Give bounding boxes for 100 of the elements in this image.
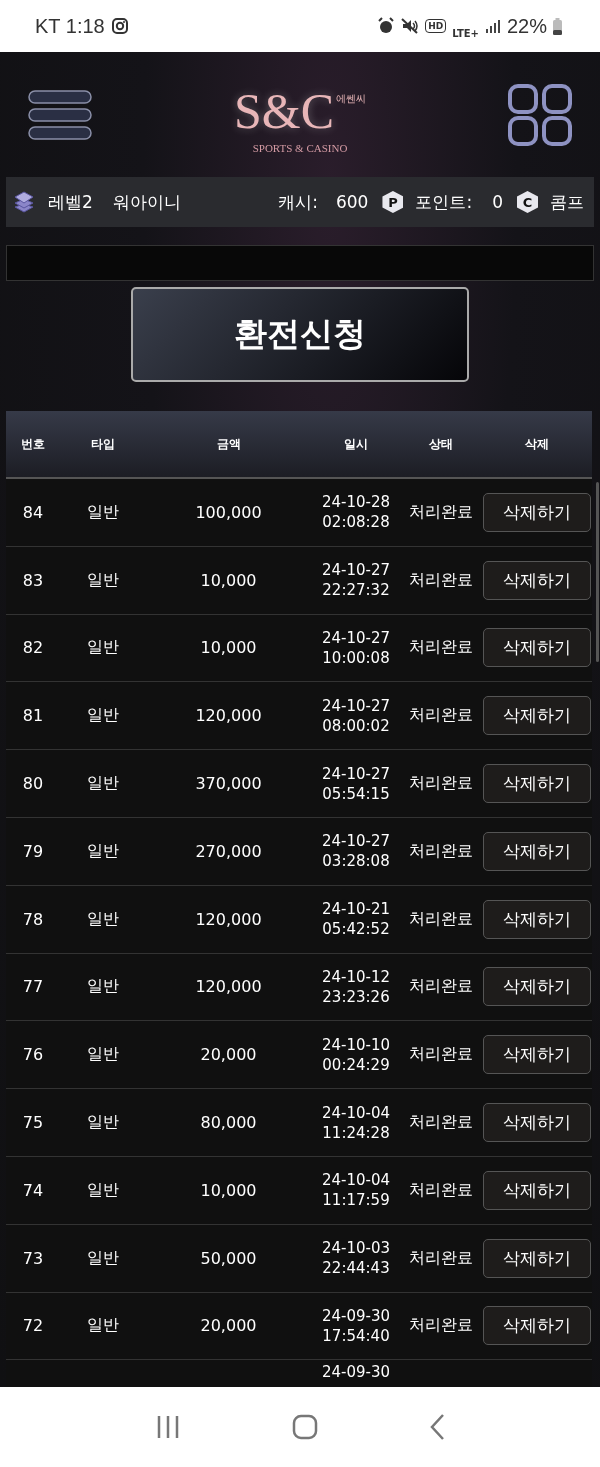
table-cell-text: 처리완료 [408, 1111, 474, 1134]
table-cell-text: 일반 [85, 1178, 120, 1201]
date-text: 24-10-27 [321, 764, 391, 783]
table-cell-text: 일반 [85, 907, 120, 930]
table-cell-text: 처리완료 [408, 839, 474, 862]
table-cell-text: 78 [21, 908, 45, 931]
point-badge: P [382, 191, 404, 213]
grid-menu-icon [508, 83, 572, 146]
time-text: 10:00:08 [322, 649, 390, 667]
delete-button[interactable]: 삭제하기 [483, 628, 591, 668]
date-text: 24-10-27 [321, 832, 391, 851]
table-cell-text: 100,000 [194, 501, 263, 524]
date-text: 24-10-27 [321, 696, 391, 715]
column-header: 일시 [343, 435, 369, 453]
date-text: 24-10-03 [321, 1239, 391, 1258]
delete-button[interactable]: 삭제하기 [483, 492, 591, 532]
table-cell-text: 일반 [85, 1246, 120, 1269]
delete-button[interactable]: 삭제하기 [483, 1306, 591, 1346]
table-cell-text: 81 [21, 705, 45, 728]
table-cell-text: 75 [21, 1112, 45, 1135]
time-text: 05:54:15 [322, 784, 390, 803]
table-cell-text: 처리완료 [408, 1178, 474, 1201]
table-cell-text: 일반 [85, 839, 120, 862]
table-cell-text: 일반 [85, 500, 120, 523]
table-cell-text: 일반 [85, 975, 120, 998]
table-cell-text: 처리완료 [408, 975, 474, 998]
delete-button[interactable]: 삭제하기 [483, 1035, 591, 1075]
time-text: 11:17:59 [322, 1191, 390, 1210]
delete-button[interactable]: 삭제하기 [483, 1238, 591, 1278]
cash-label: 캐시: [278, 190, 318, 214]
delete-button[interactable]: 삭제하기 [483, 967, 591, 1007]
table-cell-text: 20,000 [199, 1315, 258, 1338]
logo-monogram: S&C [233, 85, 335, 136]
table-cell-text: 일반 [85, 1043, 120, 1066]
home-icon [292, 1414, 318, 1440]
table-cell-text: 일반 [85, 1314, 120, 1337]
delete-button[interactable]: 삭제하기 [483, 560, 591, 600]
column-header: 삭제 [524, 435, 550, 453]
alarm-icon [377, 17, 396, 35]
time-text: 17:54:40 [322, 1326, 390, 1345]
delete-button[interactable]: 삭제하기 [483, 696, 591, 736]
table-cell-text: 74 [21, 1179, 45, 1202]
table-cell-text: 처리완료 [408, 704, 474, 727]
time-text: 22:44:43 [322, 1259, 390, 1278]
logo-korean-text: 에쎈씨 [336, 91, 367, 106]
cash-amount: 600 [336, 192, 369, 212]
column-header: 타입 [89, 435, 116, 453]
logo-tagline: SPORTS & CASINO [252, 141, 348, 154]
point-amount: 0 [492, 192, 503, 212]
date-text: 24-10-04 [321, 1171, 391, 1190]
table-cell-text: 처리완료 [408, 1043, 474, 1066]
time-text: 08:00:02 [322, 716, 390, 735]
comp-link[interactable]: 콤프 [550, 190, 584, 214]
table-cell-text: 120,000 [194, 705, 263, 728]
table-cell-text: 일반 [85, 772, 120, 795]
delete-button[interactable]: 삭제하기 [483, 1170, 591, 1210]
table-cell-text: 일반 [85, 704, 120, 727]
date-text: 24-10-27 [321, 629, 391, 647]
table-cell-text: 처리완료 [408, 1246, 474, 1269]
exchange-request-button[interactable]: 환전신청 [131, 287, 469, 382]
point-label: 포인트: [415, 190, 473, 214]
table-cell-text: 120,000 [194, 908, 263, 931]
delete-button[interactable]: 삭제하기 [483, 1103, 591, 1143]
table-cell-text: 270,000 [194, 840, 263, 863]
time-text: 03:28:08 [322, 852, 390, 871]
table-cell-text: 처리완료 [408, 907, 474, 930]
delete-button[interactable]: 삭제하기 [483, 899, 591, 939]
network-indicator: LTE+ [452, 27, 479, 39]
back-icon [428, 1413, 445, 1441]
status-time: KT 1:18 [35, 14, 105, 38]
battery-icon [553, 17, 562, 35]
table-cell-text: 처리완료 [408, 636, 474, 659]
table-cell-text: 일반 [85, 636, 120, 659]
date-text: 24-10-10 [321, 1035, 391, 1054]
table-cell-text: 처리완료 [408, 772, 474, 795]
layers-icon [14, 191, 34, 213]
date-text: 24-10-21 [321, 900, 391, 919]
table-cell-text: 79 [21, 840, 45, 863]
time-text: 02:08:28 [322, 513, 390, 532]
time-text: 00:24:29 [322, 1055, 390, 1074]
time-text: 05:42:52 [322, 920, 390, 939]
table-cell-text: 80,000 [199, 1112, 258, 1135]
table-cell-text: 일반 [85, 1111, 120, 1134]
table-cell-text: 처리완료 [408, 568, 474, 591]
table-cell-text: 일반 [85, 568, 120, 591]
hd-indicator: HD [425, 19, 447, 33]
table-cell-text: 처리완료 [408, 500, 474, 523]
table-cell-text: 80 [21, 773, 45, 796]
date-text: 24-10-27 [321, 561, 391, 580]
table-cell-text: 10,000 [199, 569, 258, 592]
table-cell-text: 84 [21, 501, 45, 524]
table-cell-text: 20,000 [199, 1044, 258, 1067]
table-cell-text: 77 [21, 976, 45, 999]
table-cell-text: 50,000 [199, 1247, 258, 1270]
date-text: 24-10-04 [321, 1103, 391, 1122]
table-cell-text: 370,000 [194, 773, 263, 796]
delete-button[interactable]: 삭제하기 [483, 764, 591, 804]
battery-percent: 22% [506, 14, 547, 38]
delete-button[interactable]: 삭제하기 [483, 831, 591, 871]
mute-icon [401, 17, 420, 35]
